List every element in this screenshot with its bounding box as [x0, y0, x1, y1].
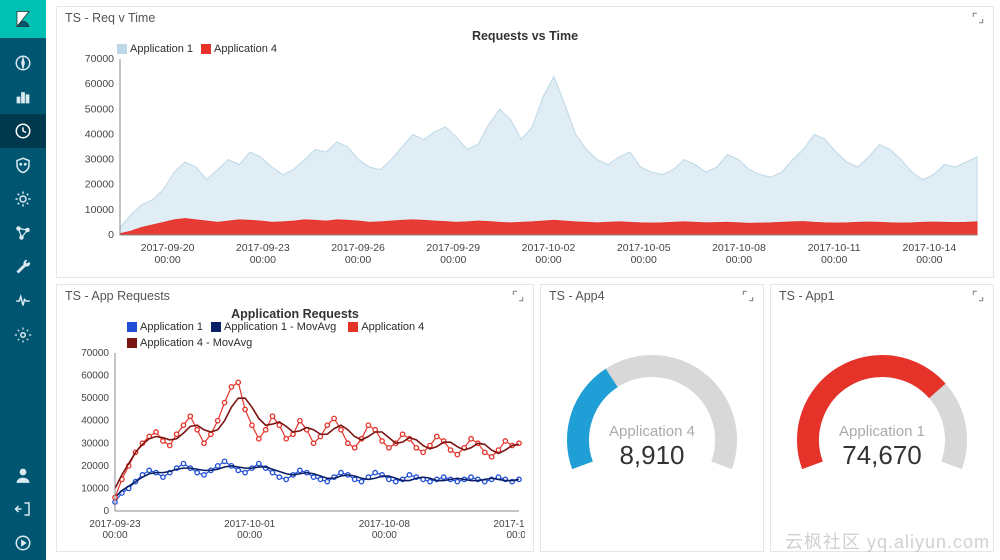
- legend-label: Application 4: [361, 321, 424, 333]
- line-chart: 0 10000 20000 30000 40000 50000 60000 70000 2017…: [65, 349, 525, 545]
- svg-text:60000: 60000: [81, 371, 109, 382]
- svg-text:00:00: 00:00: [916, 254, 942, 266]
- svg-text:40000: 40000: [85, 128, 114, 140]
- panel-title: TS - App1: [779, 289, 835, 303]
- legend-label: Application 4: [214, 43, 277, 55]
- svg-text:00:00: 00:00: [345, 254, 371, 266]
- svg-text:60000: 60000: [85, 78, 114, 90]
- legend-label: Application 1: [140, 321, 203, 333]
- svg-text:2017-10-01: 2017-10-01: [224, 519, 276, 530]
- nav-settings-icon[interactable]: [0, 318, 46, 352]
- svg-text:2017-09-26: 2017-09-26: [331, 242, 385, 254]
- svg-text:10000: 10000: [85, 204, 114, 216]
- svg-text:2017-09-23: 2017-09-23: [236, 242, 290, 254]
- svg-text:50000: 50000: [85, 103, 114, 115]
- svg-text:00:00: 00:00: [506, 530, 525, 541]
- svg-text:00:00: 00:00: [726, 254, 752, 266]
- svg-text:2017-10-14: 2017-10-14: [903, 242, 957, 254]
- svg-text:2017-10-02: 2017-10-02: [522, 242, 576, 254]
- panel-gauge-app1: TS - App1 Application 174,670: [770, 284, 994, 552]
- svg-text:2017-09-20: 2017-09-20: [141, 242, 195, 254]
- nav-graph-icon[interactable]: [0, 216, 46, 250]
- gauge-chart: Application 48,910: [547, 325, 757, 495]
- expand-icon[interactable]: [511, 289, 525, 303]
- svg-text:2017-10-08: 2017-10-08: [712, 242, 766, 254]
- dashboard-main: TS - Req v Time Requests vs Time Applica…: [46, 0, 1000, 560]
- svg-text:00:00: 00:00: [154, 254, 180, 266]
- svg-text:00:00: 00:00: [102, 530, 127, 541]
- panel-req-v-time: TS - Req v Time Requests vs Time Applica…: [56, 6, 994, 278]
- nav-monitoring-icon[interactable]: [0, 284, 46, 318]
- svg-text:Application 4: Application 4: [609, 423, 695, 440]
- svg-text:00:00: 00:00: [372, 530, 397, 541]
- svg-text:70000: 70000: [81, 349, 109, 359]
- svg-text:00:00: 00:00: [440, 254, 466, 266]
- svg-text:2017-10-08: 2017-10-08: [359, 519, 411, 530]
- nav-visualize-icon[interactable]: [0, 80, 46, 114]
- svg-text:20000: 20000: [85, 179, 114, 191]
- svg-text:2017-10-16: 2017-10-16: [493, 519, 525, 530]
- svg-text:2017-10-05: 2017-10-05: [617, 242, 671, 254]
- nav-security-icon[interactable]: [0, 148, 46, 182]
- svg-text:2017-10-11: 2017-10-11: [808, 242, 861, 254]
- nav-logout-icon[interactable]: [0, 492, 46, 526]
- svg-text:2017-09-23: 2017-09-23: [89, 519, 141, 530]
- svg-text:30000: 30000: [85, 154, 114, 166]
- chart-title: Requests vs Time: [57, 27, 993, 43]
- svg-text:0: 0: [103, 506, 109, 517]
- legend-label: Application 1 - MovAvg: [224, 321, 336, 333]
- svg-text:20000: 20000: [81, 461, 109, 472]
- svg-text:10000: 10000: [81, 483, 109, 494]
- expand-icon[interactable]: [741, 289, 755, 303]
- panel-title: TS - Req v Time: [65, 11, 155, 25]
- panel-title: TS - App Requests: [65, 289, 170, 303]
- svg-text:00:00: 00:00: [821, 254, 847, 266]
- panel-app-requests: TS - App Requests Application Requests A…: [56, 284, 534, 552]
- chart-title: Application Requests: [57, 305, 533, 321]
- legend-label: Application 1: [130, 43, 193, 55]
- kibana-logo[interactable]: [0, 0, 46, 38]
- chart-legend: Application 1 Application 4: [57, 43, 993, 55]
- nav-devtools-icon[interactable]: [0, 182, 46, 216]
- svg-text:Application 1: Application 1: [839, 423, 925, 440]
- svg-text:00:00: 00:00: [631, 254, 657, 266]
- svg-text:8,910: 8,910: [619, 440, 684, 470]
- svg-text:50000: 50000: [81, 393, 109, 404]
- svg-text:2017-09-29: 2017-09-29: [426, 242, 480, 254]
- nav-management-icon[interactable]: [0, 250, 46, 284]
- gauge-chart: Application 174,670: [777, 325, 987, 495]
- svg-text:74,670: 74,670: [842, 440, 922, 470]
- expand-icon[interactable]: [971, 289, 985, 303]
- svg-text:70000: 70000: [85, 55, 114, 65]
- sidebar: [0, 0, 46, 560]
- svg-text:0: 0: [108, 229, 114, 241]
- svg-text:00:00: 00:00: [237, 530, 262, 541]
- expand-icon[interactable]: [971, 11, 985, 25]
- nav-discover-icon[interactable]: [0, 46, 46, 80]
- svg-text:40000: 40000: [81, 416, 109, 427]
- svg-text:00:00: 00:00: [535, 254, 561, 266]
- svg-text:30000: 30000: [81, 438, 109, 449]
- nav-user-icon[interactable]: [0, 458, 46, 492]
- panel-gauge-app4: TS - App4 Application 48,910: [540, 284, 764, 552]
- nav-collapse-icon[interactable]: [0, 526, 46, 560]
- panel-title: TS - App4: [549, 289, 605, 303]
- chart-legend: Application 1 Application 1 - MovAvg App…: [57, 321, 533, 349]
- area-chart: 0 10000 20000 30000 40000 50000 60000 70000 2017…: [65, 55, 985, 271]
- nav-timelion-icon[interactable]: [0, 114, 46, 148]
- legend-label: Application 4 - MovAvg: [140, 337, 252, 349]
- svg-text:00:00: 00:00: [250, 254, 276, 266]
